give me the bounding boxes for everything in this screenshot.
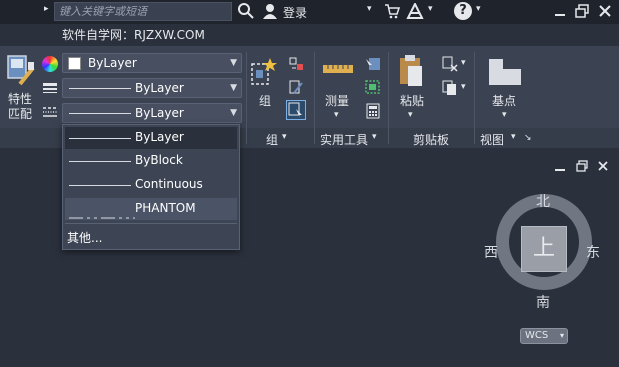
match-label-line1: 特性 [8,92,33,106]
panel-launcher-icon[interactable]: ↘ [524,133,532,143]
quick-select-icon[interactable] [364,56,382,72]
paste-icon[interactable] [398,54,424,88]
utilities-panel-label: 实用工具 [320,133,369,147]
wcs-menu[interactable]: WCS ▾ [520,328,568,344]
group-select-toggle[interactable] [286,100,306,120]
base-point-icon[interactable] [488,58,522,86]
phantom-line-sample [69,208,135,219]
dropdown-item-label: PHANTOM [135,201,196,215]
minimize-icon[interactable] [553,4,567,18]
calculator-icon[interactable] [366,103,380,119]
cart-icon[interactable] [384,3,401,19]
chevron-down-icon[interactable]: ▾ [372,132,377,142]
line-sample [69,185,131,186]
match-properties-icon[interactable] [6,54,36,88]
expand-arrow-icon[interactable]: ▸ [44,4,49,14]
chevron-down-icon: ▾ [559,331,564,340]
linetype-dropdown-list: ByLayer ByBlock Continuous PHANTOM 其他... [62,124,240,250]
help-dropdown-icon[interactable]: ▾ [476,4,481,14]
panel-separator [246,52,247,144]
linetype-icon[interactable] [42,106,58,118]
viewport-minimize-icon[interactable] [554,161,566,171]
paste-dropdown-icon[interactable]: ▾ [408,110,413,120]
close-icon[interactable] [598,4,612,18]
compass-north[interactable]: 北 [536,191,550,211]
copy-icon[interactable] [442,80,458,96]
chevron-down-icon: ▼ [230,108,237,118]
cut-icon[interactable] [442,56,458,72]
panel-separator [388,52,389,144]
base-button-label[interactable]: 基点 [492,92,516,109]
restore-icon[interactable] [575,4,589,18]
viewport-restore-icon[interactable] [576,160,588,172]
match-label-line2: 匹配 [8,107,33,121]
view-panel-label: 视图 [480,133,505,147]
line-sample [69,138,131,139]
login-link[interactable]: 登录 [283,4,307,21]
watermark-text: 软件自学网：RJZXW.COM [62,28,205,42]
color-combo-value: ByLayer [88,56,137,70]
panel-separator [314,52,315,144]
compass-west[interactable]: 西 [484,242,498,262]
help-icon[interactable]: ? [454,2,472,20]
chevron-down-icon[interactable]: ▾ [282,132,287,142]
group-panel-label: 组 [266,133,279,147]
group-button-label[interactable]: 组 [259,92,271,109]
dropdown-item-bylayer[interactable]: ByLayer [65,127,237,149]
match-properties-label[interactable]: 特性 匹配 [8,92,32,122]
line-sample [69,161,131,162]
linetype-combo[interactable]: ByLayer ▼ [62,103,242,123]
linetype-combo-value: ByLayer [135,106,184,120]
lineweight-icon[interactable] [42,82,58,96]
line-sample [69,88,131,89]
dropdown-item-label: Continuous [135,177,203,191]
dropdown-item-label: 其他... [67,231,103,245]
base-dropdown-icon[interactable]: ▾ [502,110,507,120]
login-dropdown-icon[interactable]: ▾ [367,4,372,14]
lineweight-combo[interactable]: ByLayer ▼ [62,78,242,98]
ungroup-icon[interactable] [288,56,304,72]
color-swatch [68,57,81,70]
clipboard-panel-label: 剪贴板 [413,133,450,147]
chevron-down-icon: ▼ [230,83,237,93]
viewport-close-icon[interactable] [597,160,609,172]
dropdown-item-continuous[interactable]: Continuous [65,174,237,196]
search-icon[interactable] [237,2,255,20]
autodesk-a360-icon[interactable] [406,1,424,19]
dropdown-item-phantom[interactable]: PHANTOM [65,198,237,220]
group-icon[interactable] [250,56,278,88]
panel-separator [474,52,475,144]
dropdown-item-other[interactable]: 其他... [65,226,237,248]
dropdown-item-byblock[interactable]: ByBlock [65,150,237,172]
search-input[interactable]: 键入关键字或短语 [54,2,232,21]
dropdown-item-label: ByBlock [135,153,183,167]
color-combo[interactable]: ByLayer ▼ [62,53,242,73]
lineweight-combo-value: ByLayer [135,81,184,95]
wcs-label: WCS [525,330,549,341]
color-wheel-icon[interactable] [42,56,58,72]
compass-east[interactable]: 东 [586,242,600,262]
dropdown-item-label: ByLayer [135,130,184,144]
measure-icon[interactable] [322,62,354,76]
chevron-down-icon[interactable]: ▾ [511,132,516,142]
group-edit-icon[interactable] [288,79,304,95]
line-sample [69,113,131,114]
cut-dropdown-icon[interactable]: ▾ [461,58,466,68]
a360-dropdown-icon[interactable]: ▾ [428,4,433,14]
measure-dropdown-icon[interactable]: ▾ [334,110,339,120]
select-all-icon[interactable] [364,79,382,95]
measure-button-label[interactable]: 测量 [325,92,349,109]
user-icon[interactable] [262,3,278,19]
compass-south[interactable]: 南 [536,292,550,312]
chevron-down-icon: ▼ [230,58,237,68]
dropdown-divider [65,223,237,224]
copy-dropdown-icon[interactable]: ▾ [461,82,466,92]
paste-button-label[interactable]: 粘贴 [400,92,424,109]
viewcube-top-face[interactable]: 上 [521,226,567,272]
